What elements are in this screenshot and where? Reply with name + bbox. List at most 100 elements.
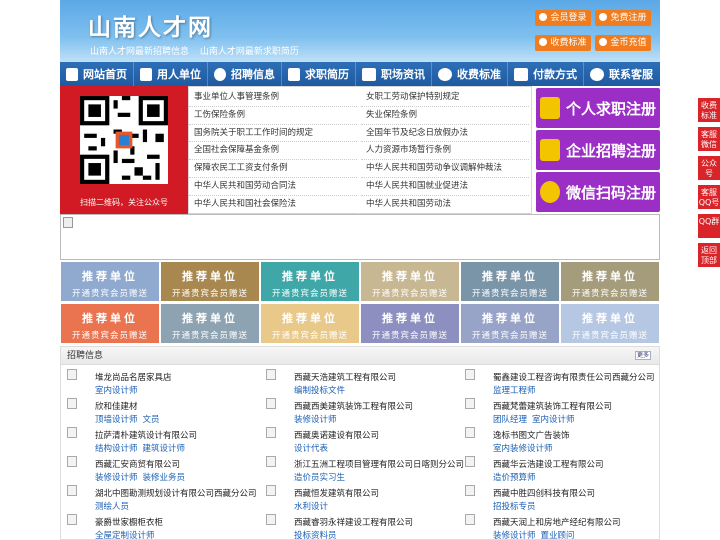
job-position-link[interactable]: 装修设计师 [95,473,138,483]
company-name-link[interactable]: 西藏奥诺建设有限公司 [294,429,379,441]
company-logo-image[interactable] [465,485,475,496]
regulation-link[interactable]: 人力资源市场暂行条例 [361,142,529,161]
latest-resumes-link[interactable]: 山南人才网最新求职简历 [200,47,299,57]
job-position-link[interactable]: 投标资料员 [294,531,337,539]
company-name-link[interactable]: 西藏汇安商贸有限公司 [95,458,180,470]
regulation-link[interactable]: 中华人民共和国就业促进法 [361,178,529,196]
company-logo-image[interactable] [465,427,475,438]
sidebar-fee-standard[interactable]: 收费标准 [698,98,720,122]
company-name-link[interactable]: 西藏天浩建筑工程有限公司 [294,371,396,383]
latest-jobs-link[interactable]: 山南人才网最新招聘信息 [90,47,189,57]
coin-recharge-button[interactable]: 金币充值 [595,35,651,51]
job-position-link[interactable]: 造价预算师 [493,473,536,483]
job-position-link[interactable]: 设计代表 [294,444,328,454]
job-position-link[interactable]: 造价员实习生 [294,473,345,483]
regulation-link[interactable]: 中华人民共和国劳动争议调解仲裁法 [361,160,529,178]
job-position-link[interactable]: 招投标专员 [493,502,536,512]
sidebar-official-account[interactable]: 公众号 [698,156,720,180]
job-position-link[interactable]: 装修业务员 [143,473,186,483]
recommended-unit-slot[interactable]: 推荐单位 开通贵宾会员赠送 [61,262,159,301]
nav-resumes[interactable]: 求职简历 [282,62,356,86]
more-jobs-button[interactable]: 更多 [635,351,651,360]
recommended-unit-slot[interactable]: 推荐单位 开通贵宾会员赠送 [161,262,259,301]
company-logo-image[interactable] [266,456,276,467]
company-name-link[interactable]: 湖北中图勘测规划设计有限公司西藏分公司 [95,487,257,499]
recommended-unit-slot[interactable]: 推荐单位 开通贵宾会员赠送 [261,304,359,343]
job-position-link[interactable]: 结构设计师 [95,444,138,454]
recommended-unit-slot[interactable]: 推荐单位 开通贵宾会员赠送 [161,304,259,343]
regulation-link[interactable]: 全国社会保障基金条例 [189,142,357,161]
member-login-button[interactable]: 会员登录 [535,10,591,26]
company-name-link[interactable]: 西藏西美建筑装饰工程有限公司 [294,400,413,412]
sidebar-back-to-top[interactable]: 返回顶部 [698,243,720,267]
job-position-link[interactable]: 编制投标文件 [294,386,345,396]
company-logo-image[interactable] [266,398,276,409]
regulation-link[interactable]: 女职工劳动保护特别规定 [361,89,529,107]
recommended-unit-slot[interactable]: 推荐单位 开通贵宾会员赠送 [461,304,559,343]
nav-fees[interactable]: 收费标准 [432,62,508,86]
company-logo-image[interactable] [465,398,475,409]
company-logo-image[interactable] [266,369,276,380]
company-name-link[interactable]: 西藏睿羽永祥建设工程有限公司 [294,516,413,528]
nav-home[interactable]: 网站首页 [60,62,134,86]
regulation-link[interactable]: 国务院关于职工工作时间的规定 [189,125,357,143]
company-logo-image[interactable] [67,514,77,525]
recommended-unit-slot[interactable]: 推荐单位 开通贵宾会员赠送 [261,262,359,301]
site-title[interactable]: 山南人才网 [88,8,213,42]
recommended-unit-slot[interactable]: 推荐单位 开通贵宾会员赠送 [361,262,459,301]
regulation-link[interactable]: 保障农民工工资支付条例 [189,160,357,178]
regulation-link[interactable]: 失业保险条例 [361,107,529,125]
regulation-link[interactable]: 工伤保险条例 [189,107,357,125]
company-logo-image[interactable] [67,456,77,467]
job-position-link[interactable]: 水利设计 [294,502,328,512]
recommended-unit-slot[interactable]: 推荐单位 开通贵宾会员赠送 [561,304,659,343]
company-logo-image[interactable] [67,369,77,380]
company-name-link[interactable]: 西藏梵蕾建筑装饰工程有限公司 [493,400,612,412]
job-position-link[interactable]: 室内装修设计师 [493,444,553,454]
company-logo-image[interactable] [465,514,475,525]
company-name-link[interactable]: 浙江五洲工程项目管理有限公司日喀则分公司 [294,458,464,470]
regulation-link[interactable]: 中华人民共和国劳动法 [361,196,529,214]
wechat-register-button[interactable]: 微信扫码注册 [536,172,660,212]
free-register-button[interactable]: 免费注册 [595,10,651,26]
job-position-link[interactable]: 测绘人员 [95,502,129,512]
nav-contact[interactable]: 联系客服 [584,62,660,86]
recommended-unit-slot[interactable]: 推荐单位 开通贵宾会员赠送 [461,262,559,301]
job-position-link[interactable]: 团队经理 [493,415,527,425]
company-logo-image[interactable] [266,427,276,438]
regulation-link[interactable]: 全国年节及纪念日放假办法 [361,125,529,143]
job-position-link[interactable]: 室内设计师 [532,415,575,425]
recommended-unit-slot[interactable]: 推荐单位 开通贵宾会员赠送 [361,304,459,343]
sidebar-service-qq[interactable]: 客服QQ号 [698,185,720,209]
regulation-link[interactable]: 中华人民共和国社会保险法 [189,196,357,214]
job-position-link[interactable]: 建筑设计师 [143,444,186,454]
company-logo-image[interactable] [266,514,276,525]
company-logo-image[interactable] [67,427,77,438]
company-name-link[interactable]: 西藏华云浩建设工程有限公司 [493,458,604,470]
nav-jobs[interactable]: 招聘信息 [208,62,282,86]
banner-image[interactable] [60,214,660,260]
company-name-link[interactable]: 蜀鑫建设工程咨询有限责任公司西藏分公司 [493,371,655,383]
nav-employers[interactable]: 用人单位 [134,62,208,86]
company-logo-image[interactable] [67,398,77,409]
job-position-link[interactable]: 文员 [143,415,160,425]
nav-news[interactable]: 职场资讯 [356,62,432,86]
job-position-link[interactable]: 顶墙设计师 [95,415,138,425]
job-position-link[interactable]: 室内设计师 [95,386,138,396]
job-position-link[interactable]: 全屋定制设计师 [95,531,155,539]
job-seeker-register-button[interactable]: 个人求职注册 [536,88,660,128]
company-logo-image[interactable] [67,485,77,496]
company-logo-image[interactable] [266,485,276,496]
company-name-link[interactable]: 豪爵世家橱柜衣柜 [95,516,163,528]
company-name-link[interactable]: 堆龙尚品名居家具店 [95,371,172,383]
fee-standard-button[interactable]: 收费标准 [535,35,591,51]
sidebar-qq-group[interactable]: QQ群 [698,214,720,238]
company-name-link[interactable]: 拉萨清朴建筑设计有限公司 [95,429,197,441]
regulation-link[interactable]: 中华人民共和国劳动合同法 [189,178,357,196]
company-logo-image[interactable] [465,369,475,380]
job-position-link[interactable]: 装修设计师 [294,415,337,425]
company-name-link[interactable]: 西藏中胜四创科技有限公司 [493,487,595,499]
recommended-unit-slot[interactable]: 推荐单位 开通贵宾会员赠送 [561,262,659,301]
recommended-unit-slot[interactable]: 推荐单位 开通贵宾会员赠送 [61,304,159,343]
company-logo-image[interactable] [465,456,475,467]
